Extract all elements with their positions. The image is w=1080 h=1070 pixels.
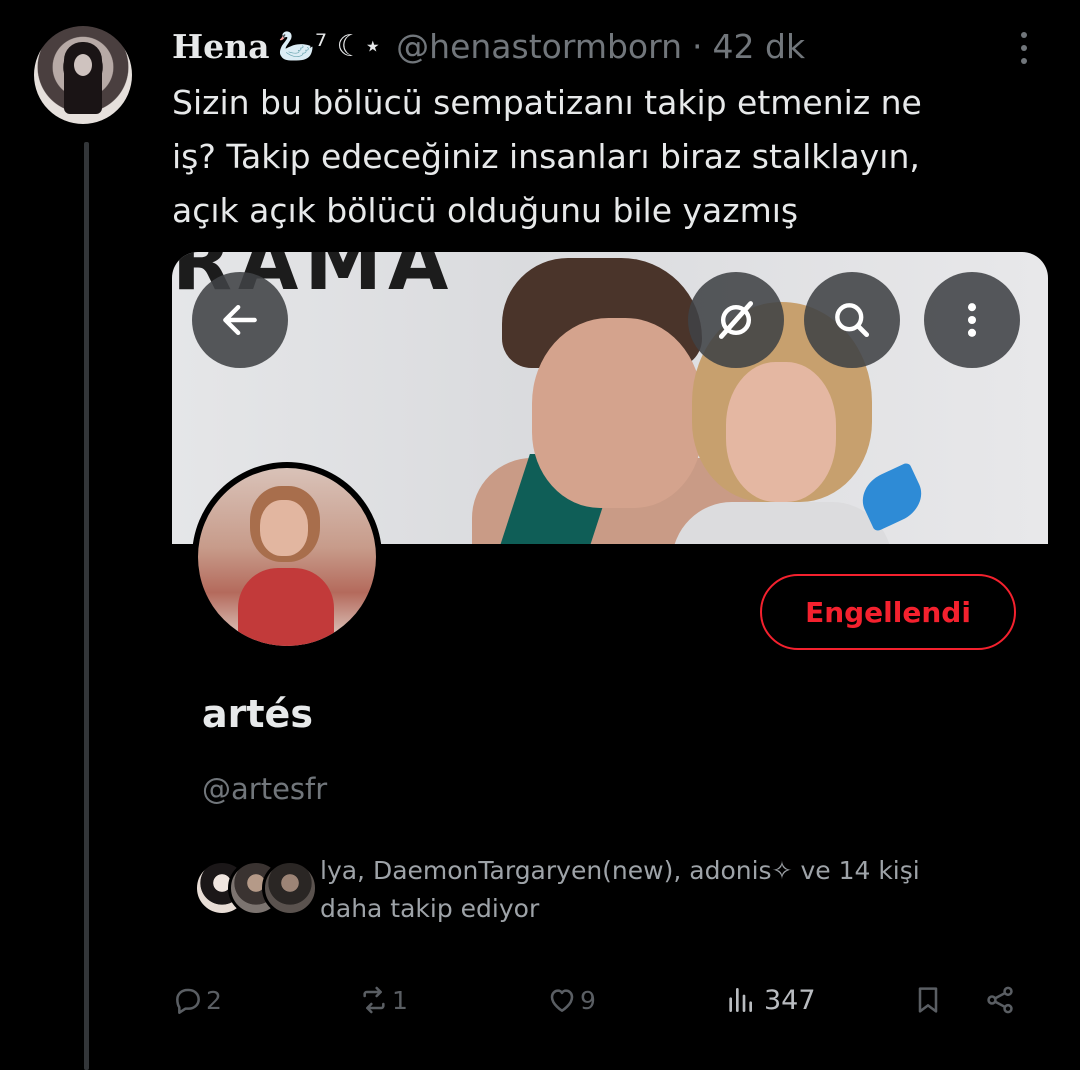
avatar-figure [64, 42, 102, 114]
view-count: 347 [764, 984, 816, 1016]
followed-by-line: daha takip ediyor [320, 894, 540, 923]
followed-by[interactable]: lya, DaemonTargaryen(new), adonis✧ ve 14… [194, 852, 1034, 924]
more-dot [1021, 32, 1027, 38]
followed-by-text: lya, DaemonTargaryen(new), adonis✧ ve 14… [320, 852, 920, 928]
profile-avatar-image [198, 468, 376, 646]
search-icon [835, 303, 870, 338]
avatar-face [74, 54, 92, 76]
bookmark-button[interactable] [912, 970, 944, 1030]
author-avatar[interactable] [34, 26, 132, 124]
pfp-face [260, 500, 308, 556]
profile-handle: @artesfr [202, 772, 328, 806]
profile-display-name: artés [202, 692, 313, 736]
more-options-icon[interactable] [1012, 28, 1036, 68]
author-name-emoji: 🦢⁷ ☾⋆ [277, 28, 383, 64]
reply-icon [176, 988, 200, 1014]
heart-icon [550, 989, 574, 1012]
grok-button[interactable] [688, 272, 784, 368]
profile-avatar[interactable] [192, 462, 382, 652]
like-count: 9 [580, 985, 596, 1015]
man-face [532, 318, 702, 508]
share-button[interactable] [984, 970, 1016, 1030]
thread-line [84, 142, 89, 1070]
like-button[interactable]: 9 [546, 970, 596, 1030]
separator-dot: · [692, 26, 703, 66]
tweet-text: Sizin bu bölücü sempatizanı takip etmeni… [172, 76, 1032, 238]
back-button[interactable] [192, 272, 288, 368]
grok-icon [718, 301, 754, 339]
more-dot [1021, 45, 1027, 51]
reply-count: 2 [206, 985, 222, 1015]
tweet-time[interactable]: 42 dk [713, 27, 806, 66]
tweet-header: Hena 🦢⁷ ☾⋆ @henastormborn · 42 dk [172, 24, 805, 68]
tweet-text-line: Sizin bu bölücü sempatizanı takip etmeni… [172, 83, 922, 122]
views-chart-icon [729, 988, 752, 1012]
tweet-actions: 2 1 9 347 [172, 970, 1042, 1030]
repost-count: 1 [392, 985, 408, 1015]
pfp-top [238, 568, 334, 646]
tweet-text-line: açık açık bölücü olduğunu bile yazmış [172, 191, 799, 230]
views-button[interactable]: 347 [724, 970, 816, 1030]
woman-body [672, 502, 892, 544]
author-handle[interactable]: @henastormborn [396, 27, 682, 66]
author-name[interactable]: Hena [172, 27, 270, 66]
followed-by-line: lya, DaemonTargaryen(new), adonis✧ ve 14… [320, 856, 920, 885]
tweet-media-image[interactable]: RAMA Engellendi artés @artesfr lya, Daem… [172, 252, 1048, 987]
tweet-text-line: iş? Takip edeceğiniz insanları biraz sta… [172, 137, 920, 176]
share-icon [987, 986, 1013, 1014]
search-button[interactable] [804, 272, 900, 368]
more-vertical-icon [967, 303, 977, 337]
blocked-button[interactable]: Engellendi [760, 574, 1016, 650]
more-dot [1021, 58, 1027, 64]
repost-icon [363, 986, 385, 1014]
woman-face [726, 362, 836, 502]
more-button[interactable] [924, 272, 1020, 368]
bookmark-icon [918, 987, 938, 1013]
reply-button[interactable]: 2 [172, 970, 222, 1030]
repost-button[interactable]: 1 [358, 970, 408, 1030]
back-arrow-icon [223, 304, 257, 336]
follower-avatar [262, 860, 318, 916]
